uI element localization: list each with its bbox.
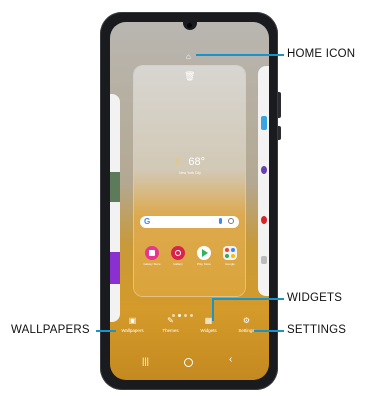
moon-icon: ☾ xyxy=(174,157,184,168)
widgets-grid-icon: ▦ xyxy=(204,316,213,325)
left-page-preview[interactable] xyxy=(110,94,120,322)
play-icon xyxy=(197,246,211,260)
weather-widget[interactable]: ☾ 68° New York City xyxy=(170,152,210,175)
widgets-button[interactable]: ▦ Widgets xyxy=(190,315,227,333)
app-gallery[interactable]: Gallery xyxy=(168,246,188,266)
app-label: Google xyxy=(225,262,235,266)
mic-icon[interactable] xyxy=(219,218,222,224)
flower-icon xyxy=(171,246,185,260)
home-icon-callout-line xyxy=(196,54,284,56)
themes-button[interactable]: ✎ Themes xyxy=(152,315,189,333)
widgets-callout-line-v xyxy=(212,298,214,321)
bag-icon xyxy=(145,246,159,260)
home-icon-callout: HOME ICON xyxy=(287,48,356,60)
recents-icon[interactable]: ||| xyxy=(142,356,149,366)
widgets-callout-line-h xyxy=(213,298,284,300)
page-indicator xyxy=(172,304,208,317)
volume-button xyxy=(278,92,281,118)
widgets-callout: WIDGETS xyxy=(287,292,343,304)
brush-icon: ✎ xyxy=(167,316,174,325)
themes-label: Themes xyxy=(162,328,179,333)
lens-icon[interactable] xyxy=(228,218,234,224)
camera-icon xyxy=(187,23,192,28)
google-search-bar[interactable]: G xyxy=(140,216,239,228)
home-page-preview[interactable]: 🗑 ☾ 68° New York City G Galaxy Store Gal… xyxy=(134,66,245,296)
picture-icon: ▣ xyxy=(128,316,137,325)
wallpapers-label: Wallpapers xyxy=(121,328,144,333)
widgets-label: Widgets xyxy=(200,328,217,333)
weather-temp: 68° xyxy=(188,156,206,168)
google-folder-icon xyxy=(223,246,237,260)
app-row: Galaxy Store Gallery Play Store Google xyxy=(140,246,240,270)
app-galaxy-store[interactable]: Galaxy Store xyxy=(142,246,162,266)
right-page-preview[interactable] xyxy=(258,66,269,296)
settings-callout: SETTINGS xyxy=(287,324,347,336)
left-page-image-purple xyxy=(110,252,120,284)
back-icon[interactable]: ‹ xyxy=(229,354,232,365)
app-label: Play Store xyxy=(197,262,211,266)
home-button-icon[interactable] xyxy=(184,358,193,367)
settings-callout-line xyxy=(254,330,284,332)
edit-mode-dock: ▣ Wallpapers ✎ Themes ▦ Widgets ⚙ Settin… xyxy=(114,315,265,341)
navigation-bar: ||| ‹ xyxy=(110,352,269,376)
app-label: Galaxy Store xyxy=(143,262,161,266)
home-icon[interactable]: ⌂ xyxy=(186,52,191,61)
trash-icon[interactable]: 🗑 xyxy=(184,71,195,82)
app-label: Gallery xyxy=(173,262,183,266)
wallpapers-callout: WALLPAPERS xyxy=(11,324,90,336)
gear-icon: ⚙ xyxy=(242,316,251,325)
wallpapers-callout-line xyxy=(96,330,116,332)
app-google-folder[interactable]: Google xyxy=(220,246,240,266)
app-play-store[interactable]: Play Store xyxy=(194,246,214,266)
weather-city: New York City xyxy=(179,171,201,175)
phone-screen: ⌂ 🗑 ☾ 68° New York City G Galaxy Store G… xyxy=(110,22,269,380)
wallpapers-button[interactable]: ▣ Wallpapers xyxy=(114,315,151,333)
google-logo-icon: G xyxy=(144,217,151,226)
left-page-image xyxy=(110,172,120,202)
power-button xyxy=(278,126,281,140)
